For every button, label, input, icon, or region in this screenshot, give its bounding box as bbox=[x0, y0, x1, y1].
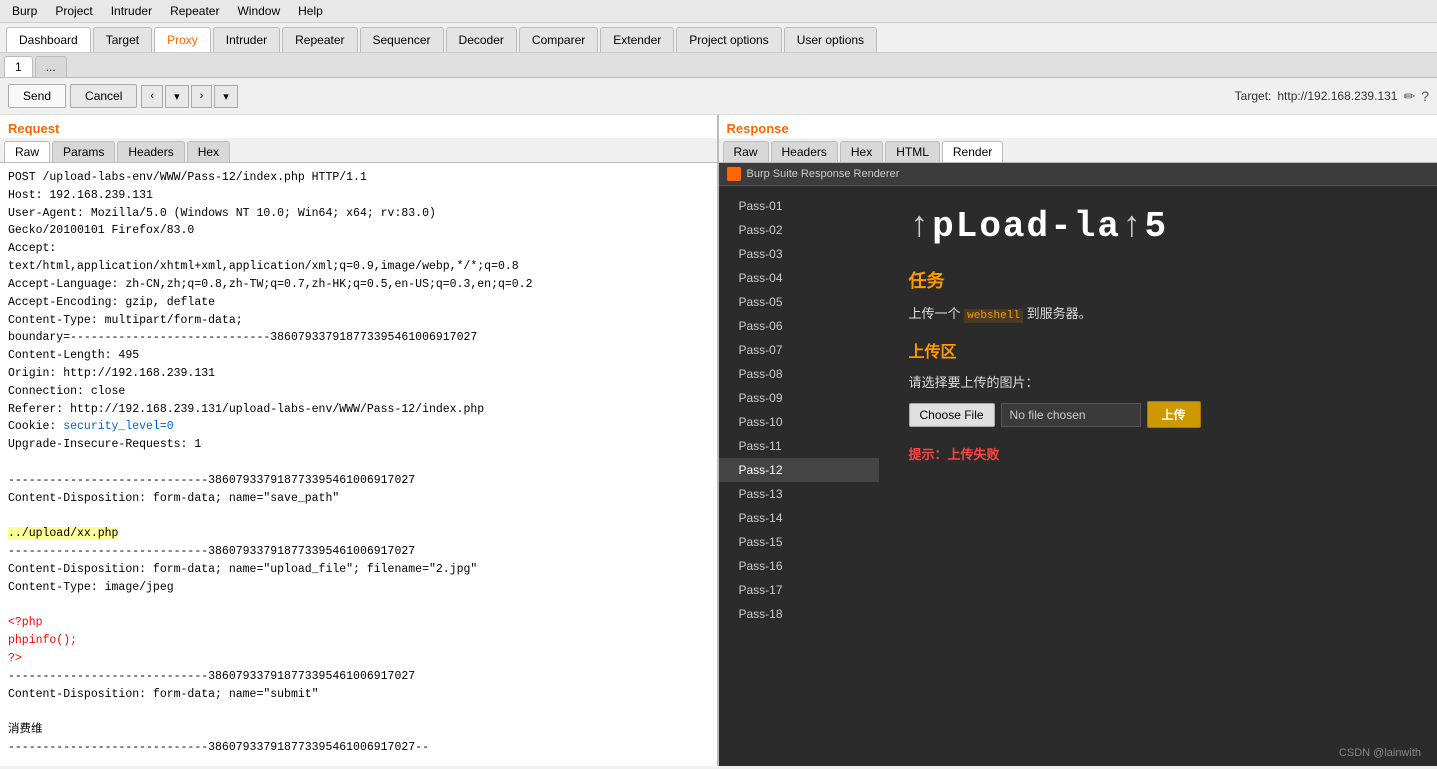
target-label: Target: bbox=[1235, 89, 1272, 103]
response-tab-hex[interactable]: Hex bbox=[840, 141, 883, 162]
renderer-title: Burp Suite Response Renderer bbox=[747, 168, 900, 180]
pass-06[interactable]: Pass-06 bbox=[719, 314, 879, 338]
help-target-button[interactable]: ? bbox=[1421, 88, 1429, 104]
pass-01[interactable]: Pass-01 bbox=[719, 194, 879, 218]
pass-16[interactable]: Pass-16 bbox=[719, 554, 879, 578]
response-tab-headers[interactable]: Headers bbox=[771, 141, 838, 162]
menu-repeater[interactable]: Repeater bbox=[162, 2, 227, 20]
burp-logo-icon bbox=[727, 167, 741, 181]
upload-labs-container: Pass-01 Pass-02 Pass-03 Pass-04 Pass-05 … bbox=[719, 186, 1437, 766]
pass-18[interactable]: Pass-18 bbox=[719, 602, 879, 626]
no-file-text: No file chosen bbox=[1001, 403, 1141, 427]
response-title: Response bbox=[719, 115, 1437, 138]
tab-user-options[interactable]: User options bbox=[784, 27, 877, 52]
main-layout: Request Raw Params Headers Hex POST /upl… bbox=[0, 115, 1437, 766]
pass-03[interactable]: Pass-03 bbox=[719, 242, 879, 266]
pass-14[interactable]: Pass-14 bbox=[719, 506, 879, 530]
request-title: Request bbox=[0, 115, 717, 138]
edit-target-button[interactable]: ✏ bbox=[1403, 88, 1415, 105]
upload-label: 请选择要上传的图片： bbox=[909, 372, 1408, 391]
task-desc: 上传一个 webshell 到服务器。 bbox=[909, 303, 1408, 322]
target-info: Target: http://192.168.239.131 ✏ ? bbox=[1235, 88, 1429, 105]
request-tab-params[interactable]: Params bbox=[52, 141, 115, 162]
pass-04[interactable]: Pass-04 bbox=[719, 266, 879, 290]
pass-08[interactable]: Pass-08 bbox=[719, 362, 879, 386]
footer-text: CSDN @lainwith bbox=[1339, 747, 1421, 759]
renderer-titlebar: Burp Suite Response Renderer bbox=[719, 163, 1437, 186]
pass-05[interactable]: Pass-05 bbox=[719, 290, 879, 314]
response-content: Burp Suite Response Renderer Pass-01 Pas… bbox=[719, 163, 1437, 766]
action-bar: Send Cancel ‹ ▾ › ▾ Target: http://192.1… bbox=[0, 78, 1437, 115]
cancel-button[interactable]: Cancel bbox=[70, 84, 137, 108]
response-tabs: Raw Headers Hex HTML Render bbox=[719, 138, 1437, 163]
tab-dashboard[interactable]: Dashboard bbox=[6, 27, 91, 52]
request-content: POST /upload-labs-env/WWW/Pass-12/index.… bbox=[0, 163, 717, 763]
menu-burp[interactable]: Burp bbox=[4, 2, 45, 20]
tab-sequencer[interactable]: Sequencer bbox=[360, 27, 444, 52]
session-tab-1[interactable]: 1 bbox=[4, 56, 33, 77]
response-tab-render[interactable]: Render bbox=[942, 141, 1003, 162]
pass-17[interactable]: Pass-17 bbox=[719, 578, 879, 602]
upload-labs-main: ↑pLoad-la↑5 任务 上传一个 webshell 到服务器。 上传区 请… bbox=[879, 186, 1437, 766]
pass-07[interactable]: Pass-07 bbox=[719, 338, 879, 362]
request-tab-headers[interactable]: Headers bbox=[117, 141, 184, 162]
hint-text: 提示：上传失败 bbox=[909, 444, 1408, 463]
send-button[interactable]: Send bbox=[8, 84, 66, 108]
tool-tab-bar: Dashboard Target Proxy Intruder Repeater… bbox=[0, 23, 1437, 53]
pass-10[interactable]: Pass-10 bbox=[719, 410, 879, 434]
tab-intruder[interactable]: Intruder bbox=[213, 27, 280, 52]
target-url: http://192.168.239.131 bbox=[1277, 89, 1397, 103]
pass-11[interactable]: Pass-11 bbox=[719, 434, 879, 458]
choose-file-button[interactable]: Choose File bbox=[909, 403, 995, 427]
menu-intruder[interactable]: Intruder bbox=[103, 2, 160, 20]
pass-02[interactable]: Pass-02 bbox=[719, 218, 879, 242]
pass-15[interactable]: Pass-15 bbox=[719, 530, 879, 554]
session-tab-more[interactable]: ... bbox=[35, 56, 67, 77]
menu-help[interactable]: Help bbox=[290, 2, 331, 20]
nav-forward-dropdown[interactable]: ▾ bbox=[214, 85, 238, 108]
response-panel: Response Raw Headers Hex HTML Render Bur… bbox=[719, 115, 1437, 766]
request-tab-hex[interactable]: Hex bbox=[187, 141, 230, 162]
session-tab-bar: 1 ... bbox=[0, 53, 1437, 78]
menu-bar: Burp Project Intruder Repeater Window He… bbox=[0, 0, 1437, 23]
upload-controls: Choose File No file chosen 上传 bbox=[909, 401, 1408, 428]
nav-forward-button[interactable]: › bbox=[191, 85, 213, 108]
upload-section-title: 上传区 bbox=[909, 338, 1408, 362]
tab-target[interactable]: Target bbox=[93, 27, 152, 52]
response-tab-html[interactable]: HTML bbox=[885, 141, 940, 162]
tab-extender[interactable]: Extender bbox=[600, 27, 674, 52]
renderer-frame: Burp Suite Response Renderer Pass-01 Pas… bbox=[719, 163, 1437, 766]
tab-project-options[interactable]: Project options bbox=[676, 27, 781, 52]
pass-13[interactable]: Pass-13 bbox=[719, 482, 879, 506]
webshell-text: webshell bbox=[964, 309, 1023, 323]
pass-12[interactable]: Pass-12 bbox=[719, 458, 879, 482]
menu-project[interactable]: Project bbox=[47, 2, 100, 20]
request-tab-raw[interactable]: Raw bbox=[4, 141, 50, 162]
response-tab-raw[interactable]: Raw bbox=[723, 141, 769, 162]
tab-decoder[interactable]: Decoder bbox=[446, 27, 517, 52]
tab-comparer[interactable]: Comparer bbox=[519, 27, 598, 52]
nav-back-button[interactable]: ‹ bbox=[141, 85, 163, 108]
upload-submit-button[interactable]: 上传 bbox=[1147, 401, 1201, 428]
tab-proxy[interactable]: Proxy bbox=[154, 27, 211, 52]
request-panel: Request Raw Params Headers Hex POST /upl… bbox=[0, 115, 719, 766]
request-tabs: Raw Params Headers Hex bbox=[0, 138, 717, 163]
pass-09[interactable]: Pass-09 bbox=[719, 386, 879, 410]
request-scroll[interactable]: POST /upload-labs-env/WWW/Pass-12/index.… bbox=[0, 163, 717, 766]
upload-logo: ↑pLoad-la↑5 bbox=[909, 206, 1408, 247]
menu-window[interactable]: Window bbox=[229, 2, 288, 20]
nav-back-dropdown[interactable]: ▾ bbox=[165, 85, 189, 108]
task-title: 任务 bbox=[909, 267, 1408, 293]
tab-repeater[interactable]: Repeater bbox=[282, 27, 357, 52]
upload-labs-sidebar: Pass-01 Pass-02 Pass-03 Pass-04 Pass-05 … bbox=[719, 186, 879, 766]
